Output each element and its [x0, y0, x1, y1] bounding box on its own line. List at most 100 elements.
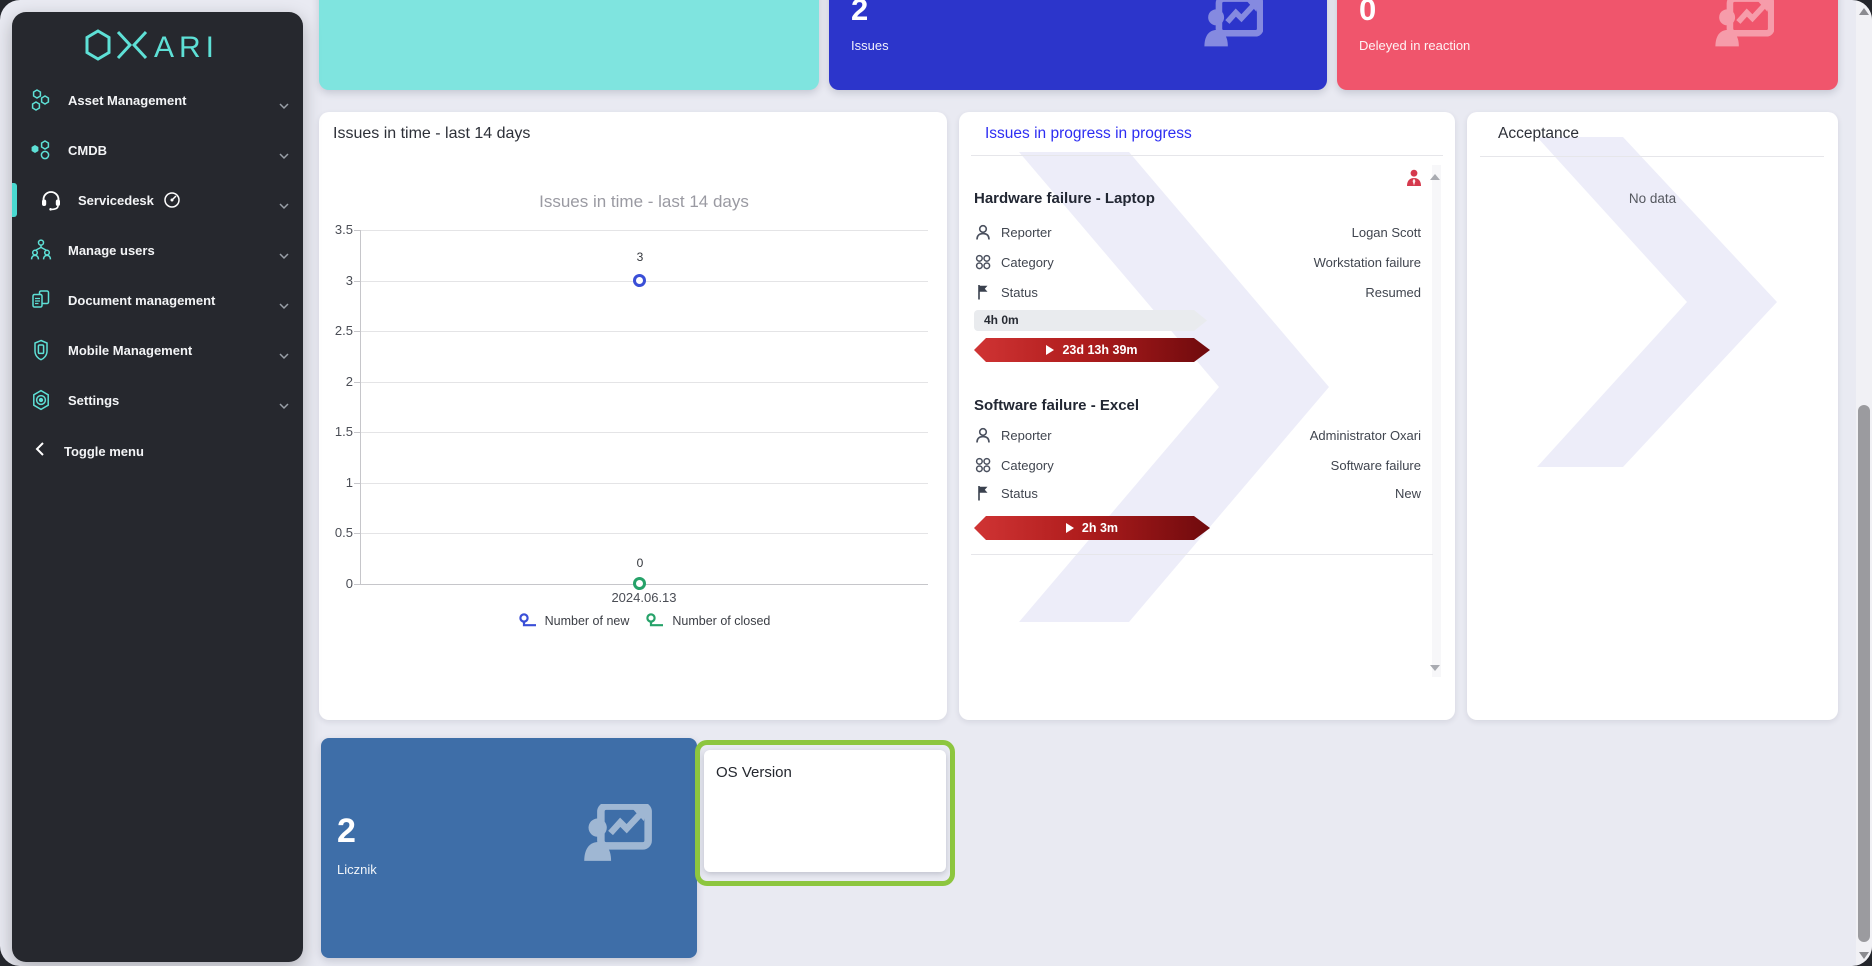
- person-icon: [974, 224, 992, 241]
- y-tick-label: 2: [319, 374, 353, 389]
- acceptance-card: Acceptance No data: [1467, 112, 1838, 720]
- legend-label: Number of closed: [672, 614, 770, 628]
- elapsed-time-bar: 23d 13h 39m: [974, 338, 1210, 362]
- sidebar-item-label: Asset Management: [68, 93, 186, 108]
- issue-row-reporter: Reporter Logan Scott: [974, 218, 1421, 246]
- os-version-card[interactable]: OS Version: [704, 750, 946, 872]
- field-label: Reporter: [1001, 225, 1052, 240]
- gridline: [360, 432, 928, 433]
- field-label: Status: [1001, 285, 1038, 300]
- divider: [971, 155, 1443, 156]
- app-root: ARI OXARI Asset Management: [0, 0, 1872, 966]
- field-label: Reporter: [1001, 428, 1052, 443]
- play-icon: [1066, 523, 1074, 533]
- data-point-closed: [633, 577, 646, 590]
- sidebar: ARI OXARI Asset Management: [12, 12, 303, 962]
- y-tick-label: 1.5: [319, 424, 353, 439]
- sidebar-item-servicedesk[interactable]: Servicedesk: [12, 175, 303, 225]
- scrollbar-thumb[interactable]: [1858, 405, 1870, 942]
- chevron-down-icon: [279, 197, 289, 215]
- x-tick-label: 2024.06.13: [360, 590, 928, 605]
- toggle-menu-button[interactable]: Toggle menu: [12, 431, 303, 471]
- issue-row-category: Category Software failure: [974, 451, 1421, 479]
- gridline: [360, 230, 928, 231]
- data-point-new: [633, 274, 646, 287]
- card-scrollbar[interactable]: [1432, 165, 1441, 677]
- legend-marker-closed: [645, 613, 665, 628]
- scroll-up-icon[interactable]: [1859, 8, 1869, 15]
- documents-icon: [28, 288, 54, 312]
- chevron-down-icon: [279, 397, 289, 415]
- data-point-label-closed: 0: [629, 556, 651, 570]
- elapsed-time-value: 23d 13h 39m: [1062, 343, 1137, 357]
- issues-in-progress-card: Issues in progress in progress Hardware …: [959, 112, 1455, 720]
- plot-title: Issues in time - last 14 days: [360, 192, 928, 212]
- field-value: Resumed: [1365, 285, 1421, 300]
- y-axis-line: [360, 230, 361, 585]
- scroll-down-icon[interactable]: [1430, 665, 1440, 671]
- toggle-menu-label: Toggle menu: [64, 444, 144, 459]
- sidebar-item-manage-users[interactable]: Manage users: [12, 225, 303, 275]
- chevron-down-icon: [279, 97, 289, 115]
- y-tick-label: 0.5: [319, 525, 353, 540]
- stat-label: Issues: [851, 38, 889, 53]
- sidebar-item-mobile-management[interactable]: Mobile Management: [12, 325, 303, 375]
- elapsed-time-value: 2h 3m: [1082, 521, 1118, 535]
- field-label: Category: [1001, 255, 1054, 270]
- sidebar-item-label: CMDB: [68, 143, 107, 158]
- chevron-watermark: [1537, 137, 1777, 467]
- field-value: Administrator Oxari: [1310, 428, 1421, 443]
- chevron-down-icon: [279, 247, 289, 265]
- stat-card-issues[interactable]: 2 Issues: [829, 0, 1327, 90]
- sidebar-menu: Asset Management CMDB: [12, 75, 303, 425]
- issue-title: Hardware failure - Laptop: [974, 190, 1155, 207]
- stat-card-licznik[interactable]: 2 Licznik: [321, 738, 697, 958]
- field-value: Logan Scott: [1352, 225, 1421, 240]
- issue-row-status: Status Resumed: [974, 278, 1421, 306]
- svg-text:ARI: ARI: [154, 31, 219, 64]
- stat-value: 2: [851, 0, 868, 28]
- scroll-up-icon[interactable]: [1430, 174, 1440, 180]
- issue-title: Software failure - Excel: [974, 397, 1139, 414]
- chevron-down-icon: [279, 347, 289, 365]
- y-tick-label: 3.5: [319, 222, 353, 237]
- divider: [971, 554, 1433, 555]
- play-icon: [1046, 345, 1054, 355]
- issue-row-status: Status New: [974, 479, 1421, 507]
- stat-value: 0: [1359, 0, 1376, 28]
- scroll-down-icon[interactable]: [1859, 952, 1869, 959]
- chevron-down-icon: [279, 297, 289, 315]
- y-tick-label: 0: [319, 576, 353, 591]
- waiting-time-bar: 4h 0m: [974, 310, 1207, 331]
- field-value: Software failure: [1331, 458, 1421, 473]
- y-tick-label: 2.5: [319, 323, 353, 338]
- person-chart-icon: [581, 804, 653, 862]
- sidebar-item-cmdb[interactable]: CMDB: [12, 125, 303, 175]
- flag-icon: [974, 484, 992, 502]
- sidebar-item-document-management[interactable]: Document management: [12, 275, 303, 325]
- gauge-icon: [163, 191, 181, 209]
- legend-label: Number of new: [545, 614, 630, 628]
- sidebar-item-settings[interactable]: Settings: [12, 375, 303, 425]
- chart-legend: Number of new Number of closed: [360, 613, 928, 628]
- page-scrollbar[interactable]: [1856, 0, 1872, 966]
- y-tick-label: 1: [319, 475, 353, 490]
- gridline: [360, 533, 928, 534]
- gear-icon: [28, 388, 54, 412]
- chevron-down-icon: [279, 147, 289, 165]
- stat-card-teal[interactable]: [319, 0, 819, 90]
- org-chart-icon: [28, 238, 54, 262]
- sidebar-item-label: Manage users: [68, 243, 155, 258]
- dashboard-surface: ARI OXARI Asset Management: [0, 0, 1872, 966]
- gridline: [360, 382, 928, 383]
- gridline: [360, 331, 928, 332]
- sidebar-item-asset-management[interactable]: Asset Management: [12, 75, 303, 125]
- elapsed-time-bar: 2h 3m: [974, 516, 1210, 540]
- active-indicator: [12, 183, 17, 217]
- card-title: Acceptance: [1498, 125, 1579, 143]
- person-chart-icon: [1714, 0, 1774, 48]
- hexagons-icon: [28, 88, 54, 112]
- sidebar-item-label: Servicedesk: [78, 193, 154, 208]
- y-tick-label: 3: [319, 273, 353, 288]
- stat-card-delayed[interactable]: 0 Deleyed in reaction: [1337, 0, 1838, 90]
